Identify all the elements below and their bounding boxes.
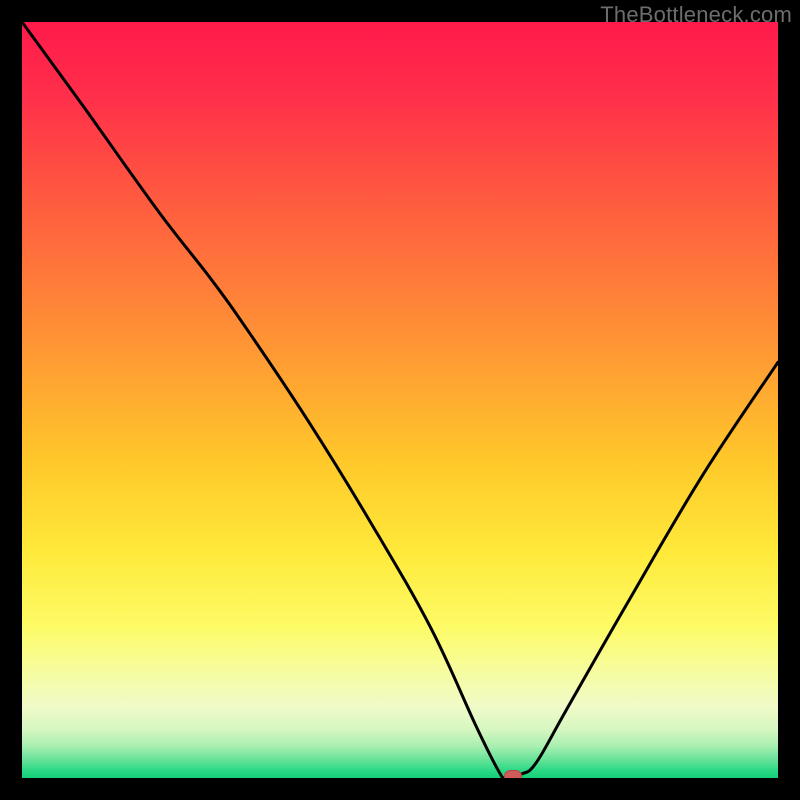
bottleneck-curve xyxy=(22,22,778,778)
chart-frame: TheBottleneck.com xyxy=(0,0,800,800)
plot-area xyxy=(22,22,778,778)
watermark-text: TheBottleneck.com xyxy=(600,2,792,28)
optimum-marker xyxy=(504,770,522,778)
